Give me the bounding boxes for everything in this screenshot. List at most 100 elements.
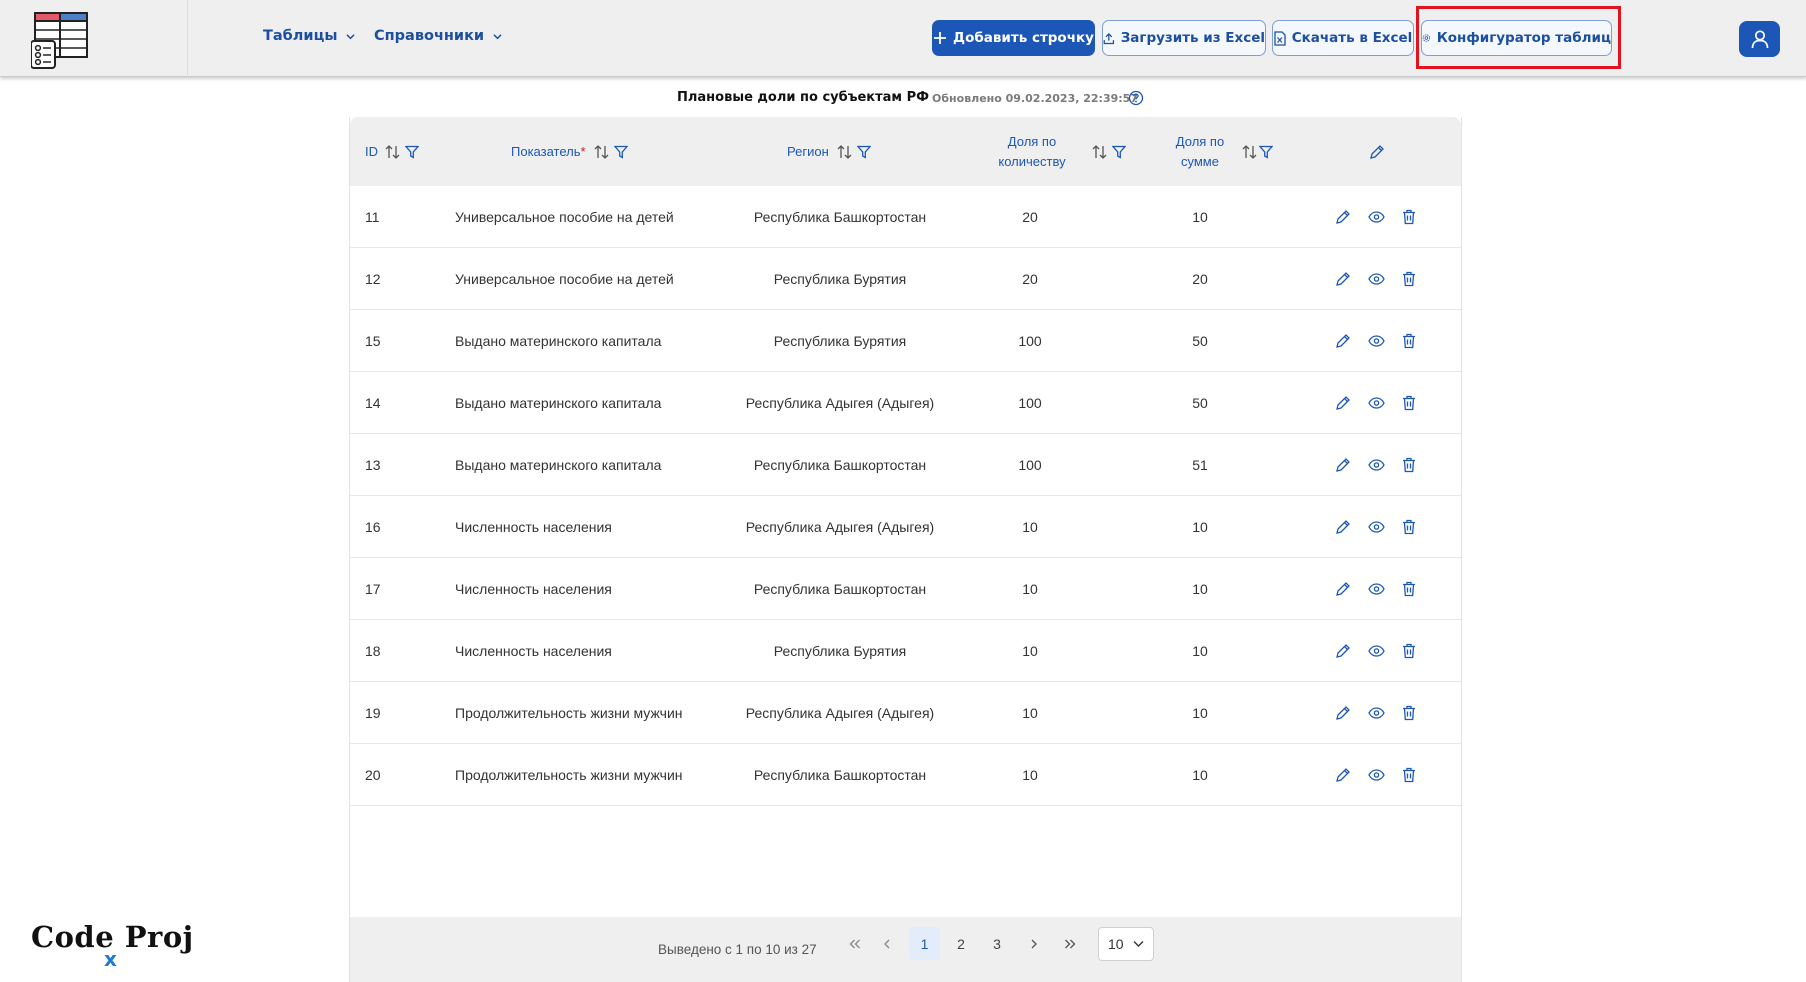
table-row[interactable]: 14 Выдано материнского капитала Республика… — [350, 372, 1461, 434]
cell-indicator: Выдано материнского капитала — [455, 333, 662, 349]
cell-share-by-sum: 10 — [1192, 643, 1208, 659]
upload-icon — [1103, 32, 1115, 44]
delete-trash-icon[interactable] — [1399, 641, 1419, 661]
edit-pencil-icon[interactable] — [1333, 703, 1353, 723]
table-row[interactable]: 20 Продолжительность жизни мужчин Республи… — [350, 744, 1461, 806]
cell-id: 15 — [365, 333, 381, 349]
table-row[interactable]: 12 Универсальное пособие на детей Республи… — [350, 248, 1461, 310]
filter-icon[interactable] — [1112, 145, 1126, 159]
delete-trash-icon[interactable] — [1399, 517, 1419, 537]
cell-region: Республика Башкортостан — [753, 209, 927, 225]
delete-trash-icon[interactable] — [1399, 765, 1419, 785]
table-row[interactable]: 13 Выдано материнского капитала Республика… — [350, 434, 1461, 496]
filter-icon[interactable] — [1259, 145, 1273, 159]
sort-icon[interactable] — [385, 144, 400, 160]
edit-pencil-icon[interactable] — [1333, 641, 1353, 661]
view-eye-icon[interactable] — [1366, 765, 1386, 785]
edit-pencil-icon[interactable] — [1333, 765, 1353, 785]
table-row[interactable]: 16 Численность населения Республика Адыгея… — [350, 496, 1461, 558]
cell-indicator: Универсальное пособие на детей — [455, 271, 674, 287]
cell-id: 17 — [365, 581, 381, 597]
cell-indicator: Универсальное пособие на детей — [455, 209, 674, 225]
view-eye-icon[interactable] — [1366, 331, 1386, 351]
chevron-down-icon — [493, 33, 502, 39]
edit-pencil-icon[interactable] — [1333, 393, 1353, 413]
cell-region: Республика Башкортостан — [753, 581, 927, 597]
cell-region: Республика Башкортостан — [753, 767, 927, 783]
edit-pencil-icon[interactable] — [1333, 455, 1353, 475]
next-page-button[interactable] — [1021, 927, 1047, 960]
watermark-logo-x: x — [104, 947, 117, 971]
nav-tables-menu[interactable]: Таблицы — [263, 28, 356, 44]
user-profile-button[interactable] — [1739, 21, 1780, 57]
view-eye-icon[interactable] — [1366, 207, 1386, 227]
header-divider — [187, 0, 188, 77]
page-button-1[interactable]: 1 — [909, 927, 940, 960]
cell-share-by-sum: 10 — [1192, 209, 1208, 225]
sort-icon[interactable] — [594, 144, 609, 160]
table-row[interactable]: 18 Численность населения Республика Буряти… — [350, 620, 1461, 682]
delete-trash-icon[interactable] — [1399, 207, 1419, 227]
delete-trash-icon[interactable] — [1399, 579, 1419, 599]
edit-pencil-icon[interactable] — [1333, 579, 1353, 599]
view-eye-icon[interactable] — [1366, 641, 1386, 661]
delete-trash-icon[interactable] — [1399, 393, 1419, 413]
table-configurator-button[interactable]: Конфигуратор таблиц — [1421, 20, 1612, 56]
column-label-id: ID — [365, 143, 378, 159]
view-eye-icon[interactable] — [1366, 703, 1386, 723]
table-row[interactable]: 17 Численность населения Республика Башкор… — [350, 558, 1461, 620]
sort-icon[interactable] — [1242, 144, 1257, 160]
edit-pencil-icon[interactable] — [1333, 517, 1353, 537]
chevron-left-icon — [884, 939, 890, 948]
pagination-summary: Выведено с 1 по 10 из 27 — [658, 942, 817, 957]
add-row-button[interactable]: Добавить строчку — [932, 20, 1095, 56]
nav-references-menu[interactable]: Справочники — [374, 28, 502, 44]
app-logo-icon[interactable] — [31, 12, 89, 69]
filter-icon[interactable] — [613, 145, 628, 159]
view-eye-icon[interactable] — [1366, 517, 1386, 537]
view-eye-icon[interactable] — [1366, 269, 1386, 289]
help-question-icon[interactable] — [1128, 90, 1144, 106]
delete-trash-icon[interactable] — [1399, 703, 1419, 723]
page-size-select[interactable]: 10 — [1098, 927, 1154, 961]
chevron-down-icon — [346, 33, 356, 39]
chevron-right-icon — [1031, 939, 1037, 948]
cell-share-by-sum: 51 — [1192, 457, 1208, 473]
column-header-id: ID — [365, 117, 419, 186]
download-excel-button[interactable]: Скачать в Excel — [1272, 20, 1414, 56]
app-header: Таблицы Справочники Добавить строчку Заг… — [0, 0, 1806, 77]
table-row[interactable]: 15 Выдано материнского капитала Республика… — [350, 310, 1461, 372]
sort-icon[interactable] — [837, 144, 852, 160]
delete-trash-icon[interactable] — [1399, 269, 1419, 289]
required-marker: * — [580, 143, 586, 159]
first-page-button[interactable] — [842, 927, 868, 960]
edit-pencil-icon[interactable] — [1333, 331, 1353, 351]
view-eye-icon[interactable] — [1366, 393, 1386, 413]
filter-icon[interactable] — [856, 145, 871, 159]
view-eye-icon[interactable] — [1366, 455, 1386, 475]
table-row[interactable]: 19 Продолжительность жизни мужчин Республи… — [350, 682, 1461, 744]
table-row[interactable]: 11 Универсальное пособие на детей Республи… — [350, 186, 1461, 248]
delete-trash-icon[interactable] — [1399, 331, 1419, 351]
cell-region: Республика Бурятия — [773, 271, 907, 287]
edit-columns-pencil-icon[interactable] — [1369, 144, 1385, 160]
cell-share-by-quantity: 100 — [1018, 333, 1042, 349]
cell-id: 14 — [365, 395, 381, 411]
excel-file-icon — [1274, 30, 1286, 46]
table-header: ID Показатель* Регион Доля по количеству … — [350, 117, 1461, 186]
page-button-3[interactable]: 3 — [984, 927, 1010, 960]
cell-indicator: Выдано материнского капитала — [455, 457, 662, 473]
view-eye-icon[interactable] — [1366, 579, 1386, 599]
prev-page-button[interactable] — [874, 927, 900, 960]
add-row-label: Добавить строчку — [953, 30, 1094, 46]
page-button-2[interactable]: 2 — [948, 927, 974, 960]
cell-indicator: Продолжительность жизни мужчин — [455, 767, 683, 783]
delete-trash-icon[interactable] — [1399, 455, 1419, 475]
edit-pencil-icon[interactable] — [1333, 207, 1353, 227]
sort-icon[interactable] — [1092, 144, 1107, 160]
cell-id: 12 — [365, 271, 381, 287]
upload-excel-button[interactable]: Загрузить из Excel — [1102, 20, 1266, 56]
last-page-button[interactable] — [1057, 927, 1083, 960]
filter-icon[interactable] — [405, 145, 419, 159]
edit-pencil-icon[interactable] — [1333, 269, 1353, 289]
